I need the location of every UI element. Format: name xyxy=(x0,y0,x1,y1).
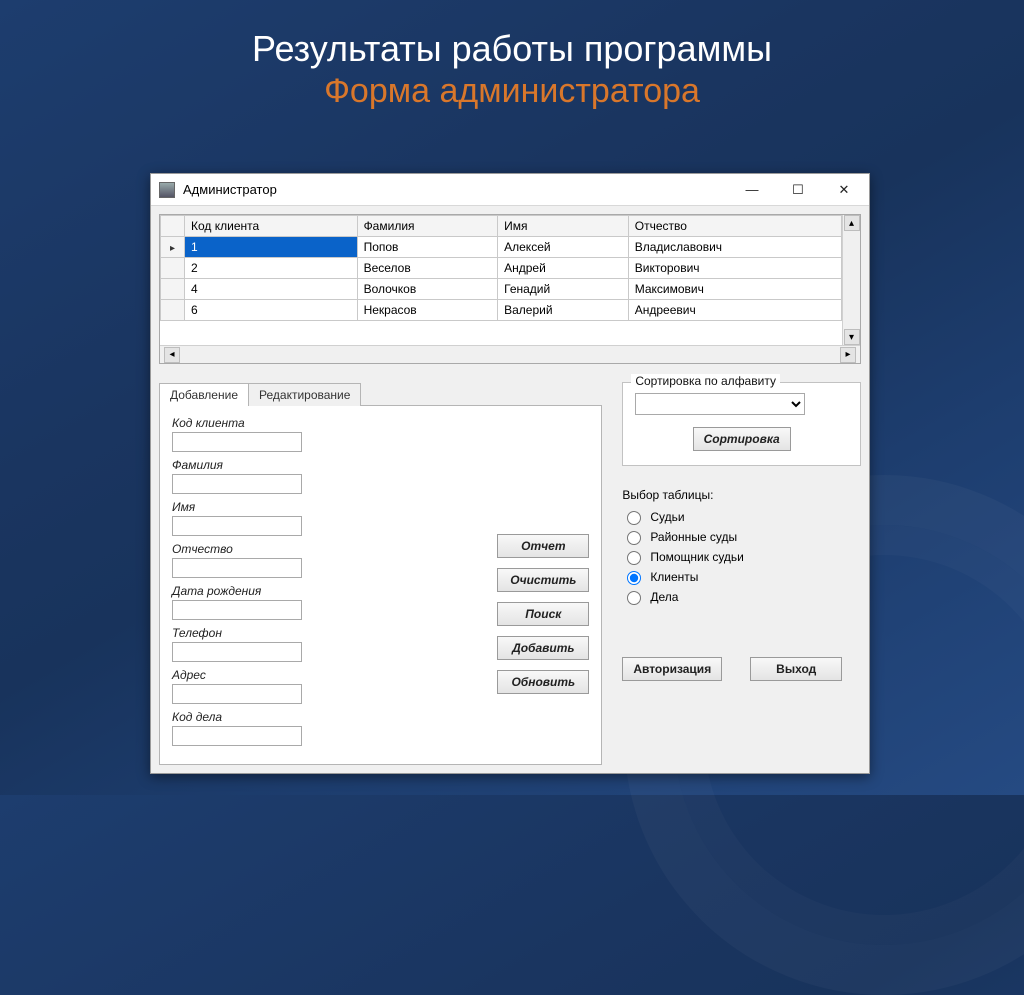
patronymic-input[interactable] xyxy=(172,558,302,578)
field-address: Адрес xyxy=(172,668,467,704)
field-phone: Телефон xyxy=(172,626,467,662)
radio-assistant[interactable]: Помощник судьи xyxy=(622,548,861,565)
field-firstname: Имя xyxy=(172,500,467,536)
app-icon xyxy=(159,182,175,198)
field-patronymic: Отчество xyxy=(172,542,467,578)
radio-cases-input[interactable] xyxy=(627,591,641,605)
radio-cases[interactable]: Дела xyxy=(622,588,861,605)
slide-title: Результаты работы программы xyxy=(0,28,1024,70)
dob-input[interactable] xyxy=(172,600,302,620)
tab-page-add: Код клиента Фамилия Имя xyxy=(159,405,602,765)
sort-button[interactable]: Сортировка xyxy=(693,427,791,451)
col-last[interactable]: Фамилия xyxy=(357,216,498,237)
phone-input[interactable] xyxy=(172,642,302,662)
col-first[interactable]: Имя xyxy=(498,216,629,237)
field-lastname: Фамилия xyxy=(172,458,467,494)
radio-clients-input[interactable] xyxy=(627,571,641,585)
lastname-input[interactable] xyxy=(172,474,302,494)
sort-combo[interactable] xyxy=(635,393,805,415)
radio-judges[interactable]: Судьи xyxy=(622,508,861,525)
titlebar[interactable]: Администратор — ☐ ✕ xyxy=(151,174,869,206)
col-patr[interactable]: Отчество xyxy=(628,216,841,237)
radio-judges-input[interactable] xyxy=(627,511,641,525)
radio-clients[interactable]: Клиенты xyxy=(622,568,861,585)
client-code-input[interactable] xyxy=(172,432,302,452)
scroll-down-icon[interactable]: ▾ xyxy=(844,329,860,345)
firstname-input[interactable] xyxy=(172,516,302,536)
scroll-left-icon[interactable]: ◂ xyxy=(164,347,180,363)
window-title: Администратор xyxy=(183,182,729,197)
case-code-input[interactable] xyxy=(172,726,302,746)
table-row[interactable]: 1 Попов Алексей Владиславович xyxy=(161,237,842,258)
row-indicator xyxy=(161,237,185,258)
radio-courts-input[interactable] xyxy=(627,531,641,545)
field-dob: Дата рождения xyxy=(172,584,467,620)
field-case-code: Код дела xyxy=(172,710,467,746)
update-button[interactable]: Обновить xyxy=(497,670,589,694)
horizontal-scrollbar[interactable]: ◂ ▸ xyxy=(160,345,860,363)
tab-edit[interactable]: Редактирование xyxy=(248,383,361,406)
minimize-button[interactable]: — xyxy=(729,175,775,205)
tab-add[interactable]: Добавление xyxy=(159,383,249,406)
sort-legend: Сортировка по алфавиту xyxy=(631,374,780,388)
admin-window: Администратор — ☐ ✕ Код клиента Фамилия … xyxy=(150,173,870,774)
table-select-title: Выбор таблицы: xyxy=(622,488,861,502)
table-row[interactable]: 4 Волочков Генадий Максимович xyxy=(161,279,842,300)
window-body: Код клиента Фамилия Имя Отчество 1 Попов xyxy=(151,206,869,773)
table-row[interactable]: 6 Некрасов Валерий Андреевич xyxy=(161,300,842,321)
radio-courts[interactable]: Районные суды xyxy=(622,528,861,545)
close-button[interactable]: ✕ xyxy=(821,175,867,205)
col-code[interactable]: Код клиента xyxy=(185,216,358,237)
tab-strip: Добавление Редактирование xyxy=(159,383,602,406)
report-button[interactable]: Отчет xyxy=(497,534,589,558)
clients-table: Код клиента Фамилия Имя Отчество 1 Попов xyxy=(160,215,842,321)
radio-assistant-input[interactable] xyxy=(627,551,641,565)
maximize-button[interactable]: ☐ xyxy=(775,175,821,205)
scroll-right-icon[interactable]: ▸ xyxy=(840,347,856,363)
slide-subtitle: Форма администратора xyxy=(0,72,1024,111)
exit-button[interactable]: Выход xyxy=(750,657,842,681)
table-row[interactable]: 2 Веселов Андрей Викторович xyxy=(161,258,842,279)
table-select-group: Выбор таблицы: Судьи Районные суды По xyxy=(622,488,861,605)
add-button[interactable]: Добавить xyxy=(497,636,589,660)
sort-groupbox: Сортировка по алфавиту Сортировка xyxy=(622,382,861,466)
search-button[interactable]: Поиск xyxy=(497,602,589,626)
field-client-code: Код клиента xyxy=(172,416,467,452)
data-grid[interactable]: Код клиента Фамилия Имя Отчество 1 Попов xyxy=(159,214,861,364)
scroll-up-icon[interactable]: ▴ xyxy=(844,215,860,231)
address-input[interactable] xyxy=(172,684,302,704)
clear-button[interactable]: Очистить xyxy=(497,568,589,592)
vertical-scrollbar[interactable]: ▴ ▾ xyxy=(842,215,860,345)
auth-button[interactable]: Авторизация xyxy=(622,657,722,681)
row-header-corner xyxy=(161,216,185,237)
